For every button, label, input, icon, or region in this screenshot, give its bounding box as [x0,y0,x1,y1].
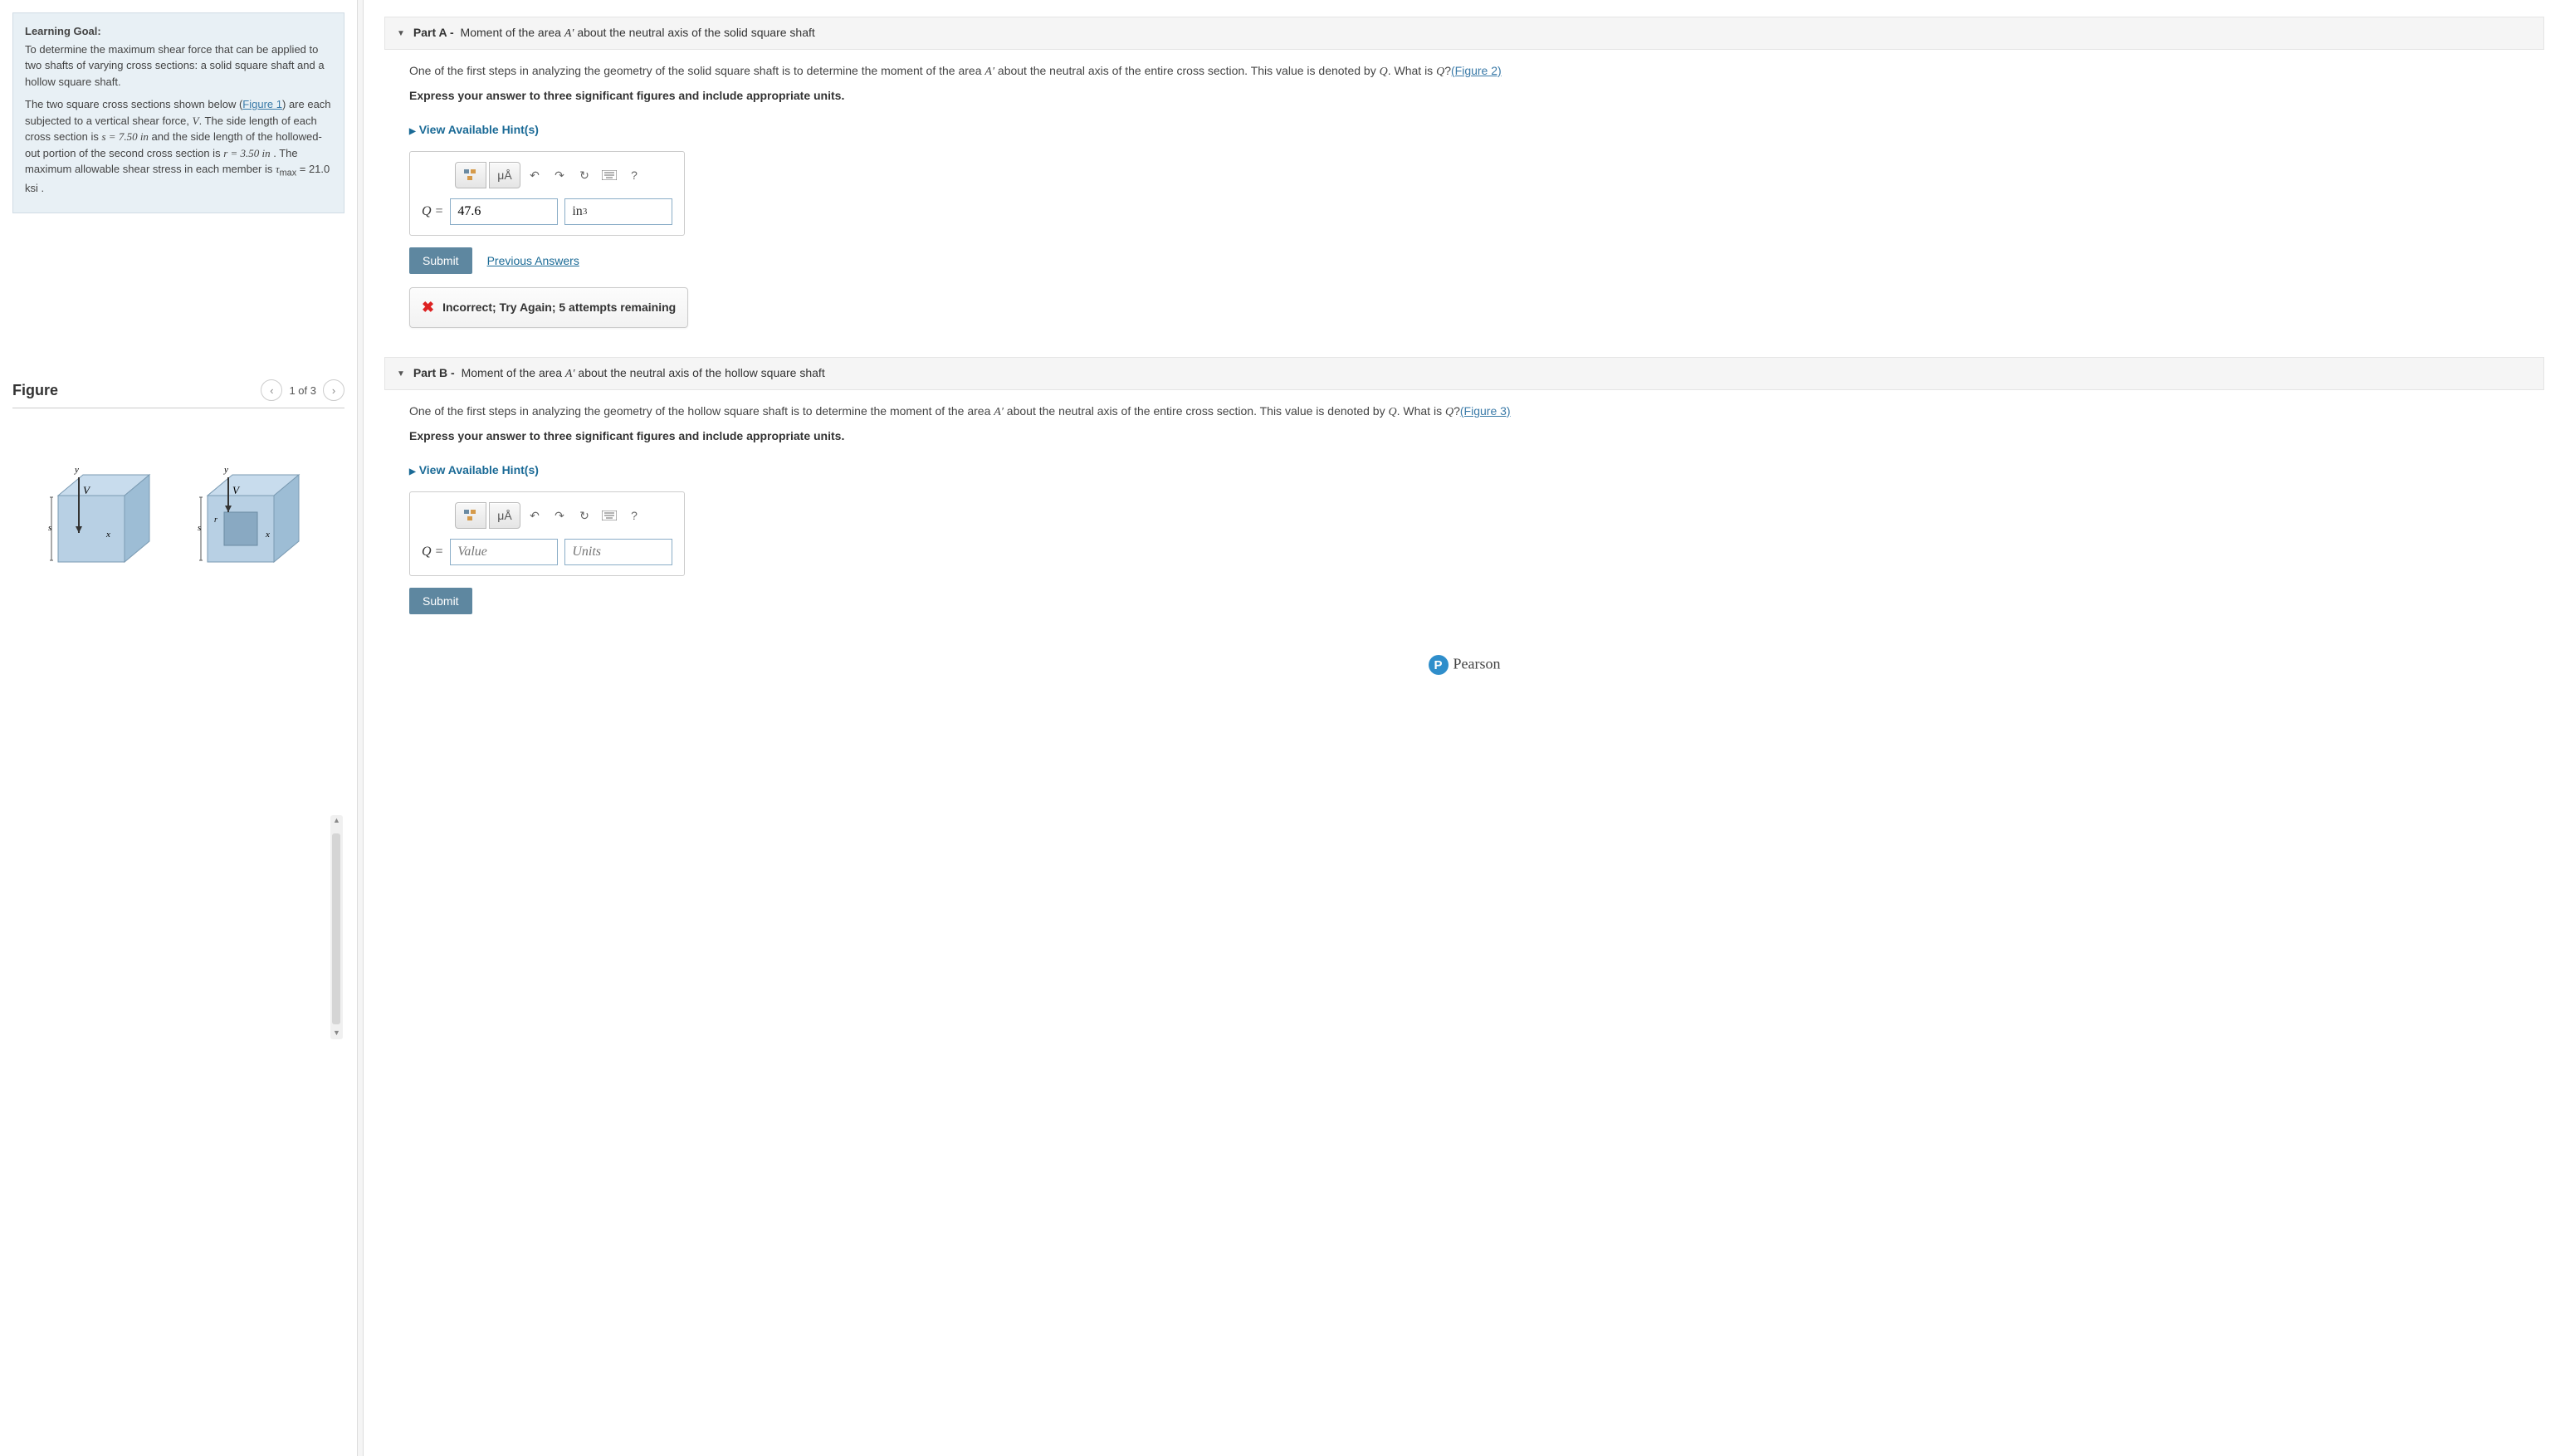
figure-1-link[interactable]: Figure 1 [242,98,282,110]
part-b-q-label: Q = [422,542,443,562]
svg-text:x: x [265,530,270,540]
part-b-units-input[interactable] [564,539,672,565]
part-b-submit-button[interactable]: Submit [409,588,472,614]
pearson-brand: Pearson [1454,656,1501,672]
part-b-header[interactable]: ▼ Part B - Moment of the area A′ about t… [384,357,2544,390]
undo-button[interactable]: ↶ [524,162,545,188]
expand-icon: ▶ [409,127,416,136]
undo-button[interactable]: ↶ [524,502,545,529]
keyboard-icon [602,170,617,180]
figure-count: 1 of 3 [289,384,316,397]
scroll-up-icon: ▲ [330,815,343,825]
learning-goal-title: Learning Goal: [25,23,332,40]
learning-goal-box: Learning Goal: To determine the maximum … [12,12,344,213]
figure-scrollbar[interactable]: ▲ ▼ [330,815,343,1039]
part-a-answer-row: Q = in3 [422,198,672,225]
keyboard-button[interactable] [598,502,620,529]
part-b-hints-toggle[interactable]: ▶View Available Hint(s) [409,462,539,479]
expand-icon: ▶ [409,467,416,476]
part-a-submit-row: Submit Previous Answers [409,247,2544,274]
pearson-footer: P Pearson [384,645,2544,685]
part-b-answer-box: μÅ ↶ ↷ ↻ ? Q = [409,491,685,576]
right-panel: ▼ Part A - Moment of the area A′ about t… [364,0,2565,1456]
part-a-previous-answers-link[interactable]: Previous Answers [487,252,579,270]
part-a-header[interactable]: ▼ Part A - Moment of the area A′ about t… [384,17,2544,50]
left-panel: Learning Goal: To determine the maximum … [0,0,357,1456]
figure-title: Figure [12,382,58,399]
help-button[interactable]: ? [623,502,645,529]
keyboard-icon [602,511,617,520]
scrollbar-thumb[interactable] [332,833,340,1024]
part-a-answer-box: μÅ ↶ ↷ ↻ ? Q = in3 [409,151,685,236]
figure-image: V y x s V y [12,421,344,612]
svg-text:y: y [74,465,79,475]
panel-divider[interactable] [357,0,364,1456]
figure-body: ▲ ▼ V y x s [12,408,344,624]
part-b-submit-row: Submit [409,588,2544,614]
figure-3-link[interactable]: (Figure 3) [1460,404,1511,418]
part-a-value-input[interactable] [450,198,558,225]
part-a-submit-button[interactable]: Submit [409,247,472,274]
fraction-icon [463,169,478,182]
hollow-cube-icon: V y x s r [183,454,315,579]
reset-button[interactable]: ↻ [574,162,595,188]
svg-text:r: r [214,515,217,525]
part-a-feedback: ✖ Incorrect; Try Again; 5 attempts remai… [409,287,688,328]
figure-next-button[interactable]: › [323,379,344,401]
part-a-units-input[interactable]: in3 [564,198,672,225]
fraction-icon [463,509,478,522]
templates-button[interactable] [455,502,486,529]
part-b-label: Part B - [413,366,458,379]
part-b-answer-row: Q = [422,539,672,565]
scroll-down-icon: ▼ [330,1028,343,1038]
symbols-button[interactable]: μÅ [489,502,520,529]
part-a-label: Part A - [413,26,457,39]
part-b-question: One of the first steps in analyzing the … [409,403,2544,421]
learning-goal-p2: The two square cross sections shown belo… [25,96,332,196]
figure-header: Figure ‹ 1 of 3 › [12,379,344,408]
pearson-logo-icon: P [1429,655,1449,675]
part-a-hints-toggle[interactable]: ▶View Available Hint(s) [409,121,539,139]
collapse-icon[interactable]: ▼ [397,369,405,379]
part-a-body: One of the first steps in analyzing the … [384,50,2544,340]
svg-text:x: x [105,530,110,540]
help-button[interactable]: ? [623,162,645,188]
part-a-q-label: Q = [422,202,443,222]
reset-button[interactable]: ↻ [574,502,595,529]
part-b-instruction: Express your answer to three significant… [409,428,2544,445]
figure-prev-button[interactable]: ‹ [261,379,282,401]
symbols-button[interactable]: μÅ [489,162,520,188]
part-a-question: One of the first steps in analyzing the … [409,62,2544,81]
incorrect-icon: ✖ [422,296,434,319]
keyboard-button[interactable] [598,162,620,188]
part-a-toolbar: μÅ ↶ ↷ ↻ ? [422,162,672,188]
learning-goal-p1: To determine the maximum shear force tha… [25,42,332,90]
figure-section: Figure ‹ 1 of 3 › ▲ ▼ [12,379,344,624]
part-b-body: One of the first steps in analyzing the … [384,390,2544,627]
svg-text:y: y [223,465,228,475]
solid-cube-icon: V y x s [33,454,166,579]
part-b-toolbar: μÅ ↶ ↷ ↻ ? [422,502,672,529]
feedback-text: Incorrect; Try Again; 5 attempts remaini… [442,299,676,316]
redo-button[interactable]: ↷ [549,162,570,188]
figure-nav: ‹ 1 of 3 › [261,379,344,401]
redo-button[interactable]: ↷ [549,502,570,529]
templates-button[interactable] [455,162,486,188]
collapse-icon[interactable]: ▼ [397,29,405,38]
part-b-value-input[interactable] [450,539,558,565]
part-a-instruction: Express your answer to three significant… [409,87,2544,105]
figure-2-link[interactable]: (Figure 2) [1451,64,1502,77]
